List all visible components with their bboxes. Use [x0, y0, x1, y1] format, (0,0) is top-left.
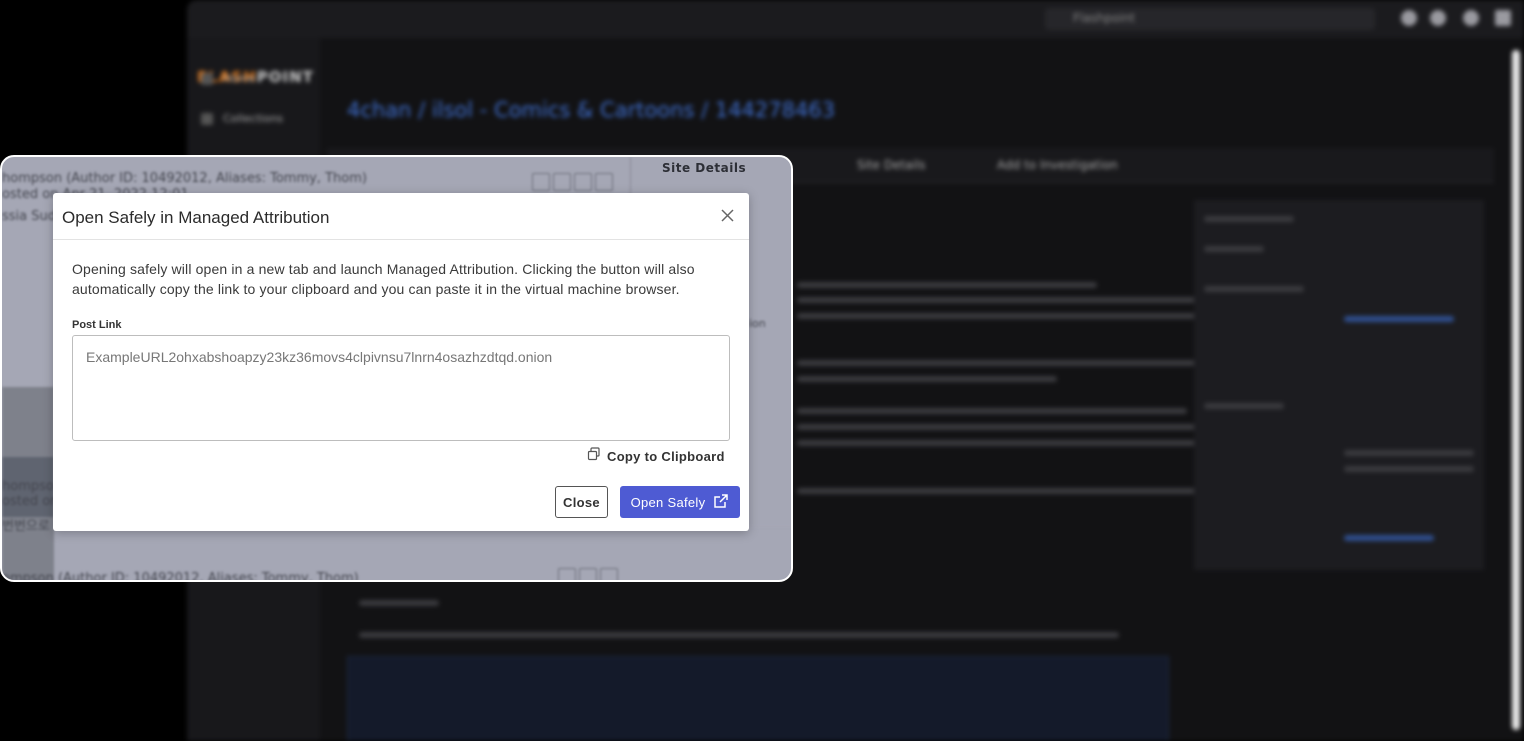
text-line — [359, 632, 1119, 638]
text-line — [1344, 535, 1434, 541]
user-icon[interactable] — [1463, 10, 1479, 26]
text-line — [797, 282, 1097, 288]
text-line — [1204, 216, 1294, 222]
open-safely-modal: Open Safely in Managed Attribution Openi… — [53, 193, 749, 531]
sidebar-item-home[interactable]: Home — [201, 72, 255, 85]
scrollbar[interactable] — [1512, 50, 1520, 730]
global-search[interactable]: Flashpoint — [1045, 8, 1375, 30]
reply-date: osted on — [2, 494, 59, 509]
text-line — [1204, 246, 1264, 252]
share-icon[interactable] — [579, 568, 597, 580]
sidebar-item-collections[interactable]: Collections — [201, 112, 283, 125]
reply-author-2: ompson (Author ID: 10492012, Aliases: To… — [2, 571, 359, 582]
collections-icon — [201, 113, 213, 125]
help-icon[interactable] — [1401, 10, 1417, 26]
modal-header: Open Safely in Managed Attribution — [53, 193, 749, 240]
text-line — [797, 424, 1217, 430]
open-safely-button[interactable]: Open Safely — [620, 486, 740, 518]
home-icon — [201, 73, 213, 85]
tab-add-to-investigation[interactable]: Add to Investigation — [997, 158, 1118, 172]
close-icon[interactable] — [717, 205, 739, 227]
text-line — [359, 600, 439, 606]
modal-title: Open Safely in Managed Attribution — [62, 208, 330, 227]
open-safely-label: Open Safely — [630, 494, 706, 510]
reply-action-icons — [558, 568, 618, 580]
external-link-icon — [713, 493, 729, 512]
site-details-title: Site Details — [662, 161, 747, 175]
text-line — [1204, 403, 1284, 409]
text-line — [1204, 286, 1304, 292]
text-line — [1344, 316, 1454, 322]
details-panel — [1194, 200, 1484, 570]
text-line — [1344, 466, 1474, 472]
close-button[interactable]: Close — [555, 486, 608, 518]
global-search-placeholder: Flashpoint — [1073, 11, 1136, 25]
post-location: ssia Sudi — [2, 209, 60, 224]
top-bar: Flashpoint — [187, 0, 1524, 38]
text-line — [797, 440, 1197, 446]
copy-to-clipboard-button[interactable]: Copy to Clipboard — [587, 446, 725, 466]
open-icon[interactable] — [595, 173, 613, 191]
copy-to-clipboard-label: Copy to Clipboard — [607, 448, 725, 464]
text-line — [797, 488, 1207, 494]
post-link-field[interactable]: ExampleURL2ohxabshoapzy23kz36movs4clpivn… — [72, 335, 730, 441]
translate-icon[interactable] — [600, 568, 618, 580]
breadcrumb[interactable]: 4chan / ilsol - Comics & Cartoons / 1442… — [347, 98, 835, 122]
translate-icon[interactable] — [574, 173, 592, 191]
post-author: hompson (Author ID: 10492012, Aliases: T… — [2, 171, 367, 186]
post-link-value[interactable]: ExampleURL2ohxabshoapzy23kz36movs4clpivn… — [86, 349, 552, 365]
post-link-label: Post Link — [72, 319, 122, 331]
text-line — [797, 360, 1197, 366]
text-line — [797, 408, 1187, 414]
text-line — [797, 313, 1217, 319]
post-action-icons — [532, 173, 613, 191]
apps-icon[interactable] — [1495, 10, 1511, 26]
text-line — [797, 376, 1057, 382]
copy-icon[interactable] — [532, 173, 550, 191]
text-line — [797, 297, 1207, 303]
reply-body-snippet: 번번으로 — [2, 519, 50, 534]
side-label: ion — [749, 317, 766, 330]
text-line — [1344, 450, 1474, 456]
tab-site-details[interactable]: Site Details — [857, 158, 925, 172]
post-card — [347, 656, 1169, 741]
share-icon[interactable] — [553, 173, 571, 191]
copy-icon[interactable] — [558, 568, 576, 580]
modal-description: Opening safely will open in a new tab an… — [72, 261, 695, 297]
copy-icon — [587, 446, 601, 466]
notification-icon[interactable] — [1430, 10, 1446, 26]
